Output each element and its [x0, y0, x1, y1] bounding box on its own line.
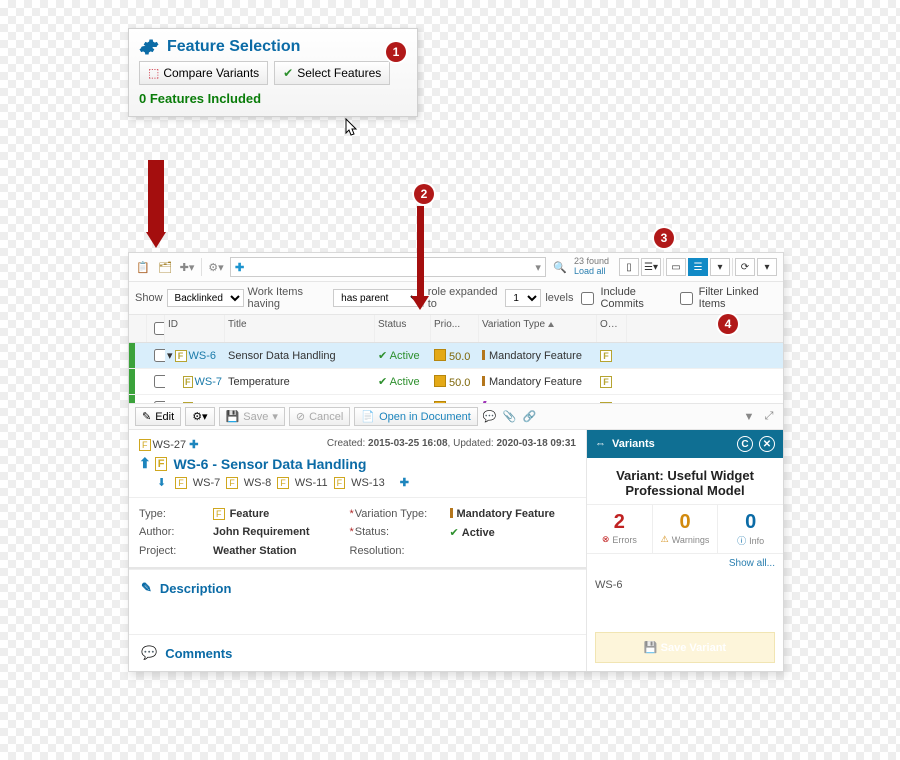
dropdown-icon[interactable]: ▾: [535, 261, 541, 274]
col-priority[interactable]: Prio...: [431, 315, 479, 342]
add-filter-icon[interactable]: ✚: [235, 261, 244, 274]
save-button: 💾 Save ▾: [219, 407, 285, 426]
clipboard-icon[interactable]: 📋: [135, 259, 151, 275]
workitem-header: Created: 2015-03-25 16:08, Updated: 2020…: [129, 430, 586, 498]
description-section[interactable]: ✎ Description: [129, 569, 586, 606]
variant-item[interactable]: WS-6: [587, 573, 783, 624]
pencil-icon: ✎: [141, 580, 152, 596]
col-title[interactable]: Title: [225, 315, 375, 342]
variant-title: Variant: Useful Widget Professional Mode…: [587, 458, 783, 504]
view-split2-button[interactable]: ☰: [688, 258, 708, 276]
variants-close-button[interactable]: ✕: [759, 436, 775, 452]
search-box[interactable]: ✚ ▾: [230, 257, 546, 277]
callout-badge-3: 3: [654, 228, 674, 248]
features-included-label: 0 Features Included: [129, 91, 417, 116]
found-count: 23 found Load all: [574, 257, 609, 277]
expand-icon[interactable]: ⤢: [761, 409, 777, 425]
main-panel: 📋 🗂 ✚▾ ⚙▾ ✚ ▾ 🔍 23 found Load all ▯ ☰▾ ▭…: [128, 252, 784, 672]
filter-linked-checkbox[interactable]: Filter Linked Items: [676, 286, 777, 310]
errors-count[interactable]: 2 ⊗Errors: [587, 505, 653, 553]
top-toolbar: 📋 🗂 ✚▾ ⚙▾ ✚ ▾ 🔍 23 found Load all ▯ ☰▾ ▭…: [129, 253, 783, 282]
feature-selection-card: Feature Selection ⬚ Compare Variants ✔ S…: [128, 28, 418, 117]
comments-section[interactable]: 💬 Comments: [129, 634, 586, 671]
backlinked-select[interactable]: Backlinked: [167, 289, 244, 307]
load-all-link[interactable]: Load all: [574, 267, 609, 277]
table-row[interactable]: F WS-8Air pressureActive50.0Optional Fea…: [129, 395, 783, 403]
variants-refresh-button[interactable]: C: [737, 436, 753, 452]
variants-header: ⇔ Variants C ✕: [587, 430, 783, 458]
properties-grid: Type: F Feature Variation Type: Mandator…: [129, 498, 586, 569]
cancel-button: ⊘ Cancel: [289, 407, 350, 426]
row-checkbox[interactable]: [154, 401, 165, 403]
col-variation-type[interactable]: Variation Type: [479, 315, 597, 342]
filter-icon[interactable]: ▼: [741, 409, 757, 425]
levels-select[interactable]: 1 0: [505, 289, 541, 307]
view-flat-button[interactable]: ▯: [619, 258, 639, 276]
edit-menu-button[interactable]: ⚙▾: [185, 407, 214, 426]
detail-area: Created: 2015-03-25 16:08, Updated: 2020…: [129, 430, 783, 671]
tree-icon[interactable]: 🗂: [157, 259, 173, 275]
view-tree-button[interactable]: ☰▾: [641, 258, 661, 276]
row-checkbox[interactable]: [154, 375, 165, 388]
col-status[interactable]: Status: [375, 315, 431, 342]
compare-icon: ⬚: [148, 66, 159, 80]
work-items-grid: ID Title Status Prio... Variation Type O…: [129, 315, 783, 404]
linked-items[interactable]: ⬇ FWS-7FWS-8FWS-11FWS-13 ✚: [139, 476, 576, 489]
gear-icon: [139, 37, 159, 57]
info-count[interactable]: 0 ⓘInfo: [718, 505, 783, 553]
include-commits-checkbox[interactable]: Include Commits: [577, 286, 671, 310]
link-icon[interactable]: 🔗: [522, 409, 538, 425]
pointer-cursor-icon: [342, 118, 360, 140]
show-all-link[interactable]: Show all...: [587, 554, 783, 573]
row-checkbox[interactable]: [154, 349, 165, 362]
branch-icon: ⇔: [595, 438, 606, 450]
check-icon: ✔: [283, 66, 293, 80]
col-id[interactable]: ID: [165, 315, 225, 342]
attachment-icon[interactable]: 📎: [502, 409, 518, 425]
refresh-button[interactable]: ⟳: [735, 258, 755, 276]
grid-header: ID Title Status Prio... Variation Type O…: [129, 315, 783, 343]
editor-toolbar: ✎ Edit ⚙▾ 💾 Save ▾ ⊘ Cancel 📄 Open in Do…: [129, 404, 783, 430]
save-variant-button[interactable]: 💾 Save Variant: [595, 632, 775, 663]
workitem-title: ⬆ F WS-6 - Sensor Data Handling: [139, 455, 576, 472]
select-features-button[interactable]: ✔ Select Features: [274, 61, 390, 85]
table-row[interactable]: F WS-7TemperatureActive50.0Mandatory Fea…: [129, 369, 783, 395]
edit-button[interactable]: ✎ Edit: [135, 407, 181, 426]
col-outline[interactable]: Outli...: [597, 315, 627, 342]
filter-row: Show Backlinked Work Items having has pa…: [129, 282, 783, 315]
open-in-document-button[interactable]: 📄 Open in Document: [354, 407, 477, 426]
callout-badge-1: 1: [386, 42, 406, 62]
search-icon[interactable]: 🔍: [552, 259, 568, 275]
arrow-2: [417, 206, 435, 310]
settings-menu-icon[interactable]: ⚙▾: [208, 259, 224, 275]
warnings-count[interactable]: 0 ⚠Warnings: [653, 505, 719, 553]
variants-panel: ⇔ Variants C ✕ Variant: Useful Widget Pr…: [587, 430, 783, 671]
comment-icon[interactable]: 💬: [482, 409, 498, 425]
select-all-checkbox[interactable]: [154, 322, 165, 335]
callout-badge-2: 2: [414, 184, 434, 204]
table-row[interactable]: ▾ F WS-6Sensor Data HandlingActive50.0Ma…: [129, 343, 783, 369]
speech-icon: 💬: [141, 645, 157, 661]
compare-variants-button[interactable]: ⬚ Compare Variants: [139, 61, 268, 85]
search-input[interactable]: [248, 260, 535, 274]
callout-badge-4: 4: [718, 314, 738, 334]
view-split1-button[interactable]: ▭: [666, 258, 686, 276]
feature-selection-title: Feature Selection: [167, 38, 300, 56]
add-menu-icon[interactable]: ✚▾: [179, 259, 195, 275]
variant-counts: 2 ⊗Errors 0 ⚠Warnings 0 ⓘInfo: [587, 504, 783, 554]
timestamps: Created: 2015-03-25 16:08, Updated: 2020…: [327, 438, 576, 449]
refresh-menu-button[interactable]: ▾: [757, 258, 777, 276]
view-dropdown-button[interactable]: ▾: [710, 258, 730, 276]
arrow-1: [148, 160, 168, 248]
